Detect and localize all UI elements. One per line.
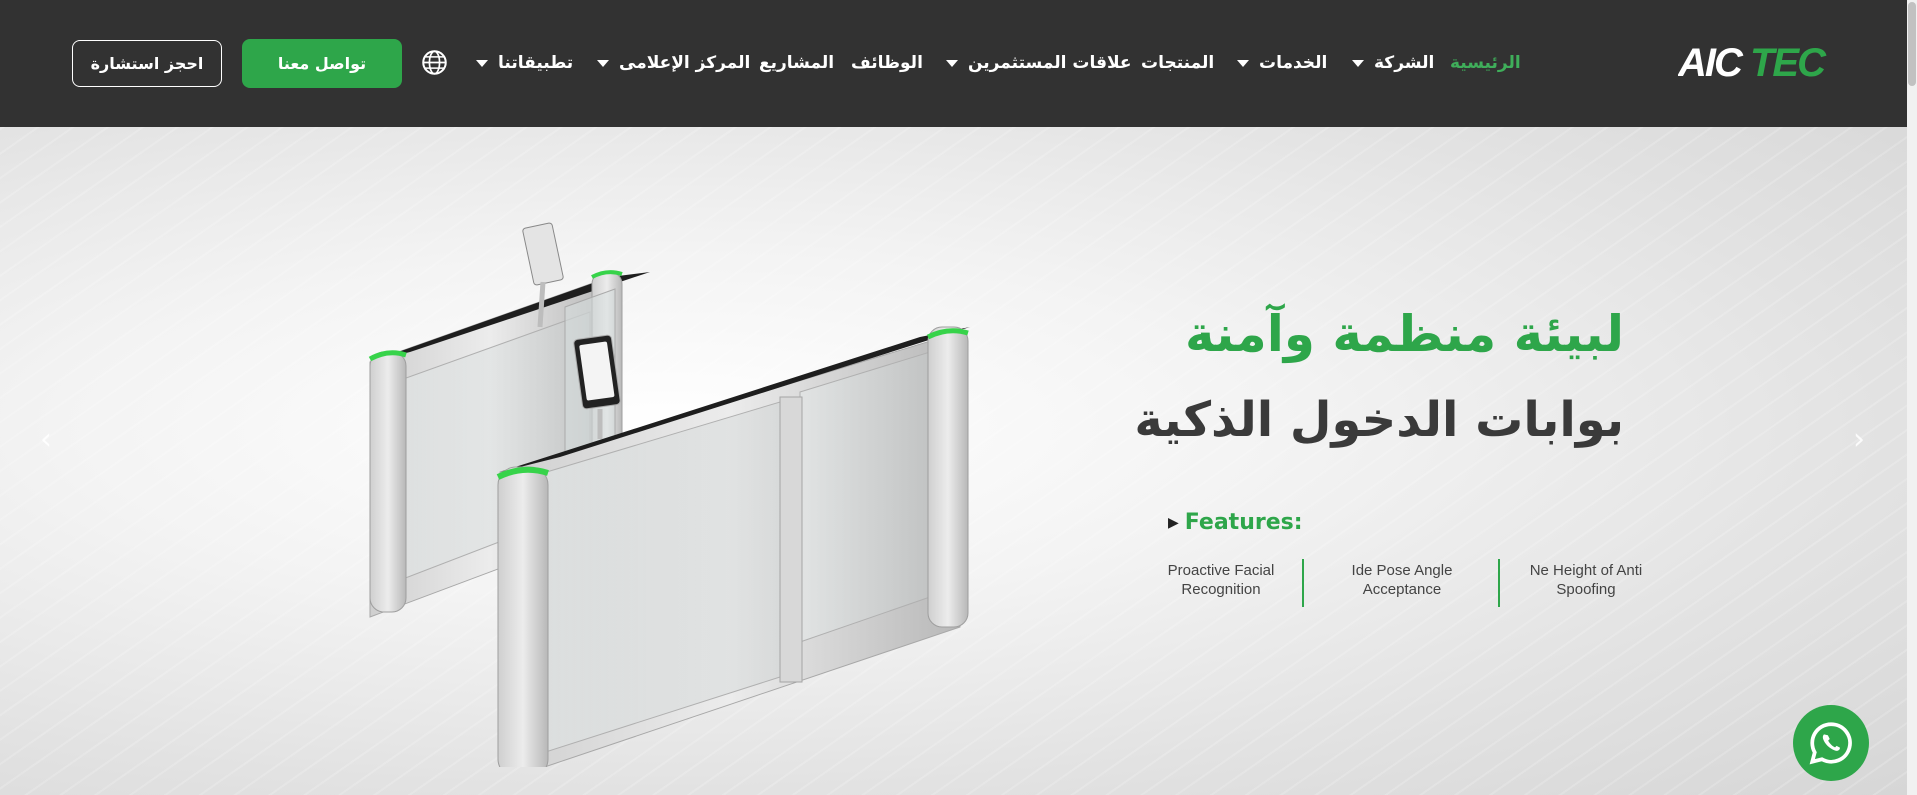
chevron-down-icon bbox=[1352, 59, 1364, 67]
nav-label: المنتجات bbox=[1141, 53, 1215, 73]
triangle-right-icon: ▶ bbox=[1168, 514, 1179, 531]
nav-item-jobs[interactable]: الوظائف bbox=[851, 48, 923, 78]
hero-title-line2: بوابات الدخول الذكية bbox=[1134, 392, 1624, 448]
contact-us-button[interactable]: تواصل معنا bbox=[242, 39, 402, 88]
nav-label: الرئيسية bbox=[1450, 53, 1521, 73]
logo-text-tec: TEC bbox=[1750, 41, 1827, 84]
chevron-down-icon bbox=[476, 59, 488, 67]
nav-item-home[interactable]: الرئيسية bbox=[1450, 48, 1521, 78]
feature-item-pose-angle: Ide Pose Angle Acceptance bbox=[1351, 562, 1453, 598]
nav-label: علاقات المستثمرين bbox=[968, 53, 1132, 73]
nav-item-products[interactable]: المنتجات bbox=[1141, 48, 1214, 78]
logo-text-ai: AIC bbox=[1678, 41, 1744, 84]
feature-divider bbox=[1302, 559, 1304, 607]
nav-item-apps[interactable]: تطبيقاتنا bbox=[476, 48, 573, 78]
turnstile-gate-image bbox=[368, 222, 970, 767]
whatsapp-button[interactable] bbox=[1793, 705, 1869, 781]
chevron-down-icon bbox=[1237, 59, 1249, 67]
nav-label: الخدمات bbox=[1259, 53, 1328, 73]
scrollbar-thumb[interactable] bbox=[1908, 2, 1916, 86]
whatsapp-icon bbox=[1809, 722, 1852, 765]
nav-item-media-center[interactable]: المركز الإعلامى bbox=[597, 48, 750, 78]
features-heading: ▶ Features: bbox=[1168, 510, 1303, 535]
page-scrollbar[interactable] bbox=[1907, 0, 1917, 795]
nav-label: الشركة bbox=[1374, 53, 1435, 73]
hero-title-line1: لبيئة منظمة وآمنة bbox=[1185, 305, 1624, 363]
slider-next-arrow[interactable]: › bbox=[1847, 425, 1871, 455]
book-consultation-button[interactable]: احجز استشارة bbox=[72, 40, 222, 87]
slider-prev-arrow[interactable]: ‹ bbox=[34, 425, 58, 455]
nav-label: الوظائف bbox=[851, 53, 923, 73]
hero-slider: ‹ › لبيئة منظمة وآمنة بوابات الدخول الذك… bbox=[0, 127, 1907, 795]
chevron-down-icon bbox=[597, 59, 609, 67]
nav-item-investor-relations[interactable]: علاقات المستثمرين bbox=[946, 48, 1131, 78]
nav-label: تطبيقاتنا bbox=[498, 53, 574, 73]
nav-item-company[interactable]: الشركة bbox=[1352, 48, 1434, 78]
feature-item-anti-spoofing: Ne Height of Anti Spoofing bbox=[1529, 562, 1643, 598]
chevron-down-icon bbox=[946, 59, 958, 67]
globe-icon[interactable] bbox=[421, 49, 448, 76]
features-label-text: Features: bbox=[1184, 510, 1303, 535]
site-header: احجز استشارة تواصل معنا تطبيقاتنا المركز… bbox=[0, 0, 1907, 127]
nav-label: المشاريع bbox=[759, 53, 835, 73]
feature-item-facial-recognition: Proactive Facial Recognition bbox=[1167, 562, 1275, 598]
nav-label: المركز الإعلامى bbox=[619, 53, 751, 73]
aictec-logo[interactable]: AIC TEC bbox=[1678, 40, 1830, 84]
nav-item-projects[interactable]: المشاريع bbox=[759, 48, 834, 78]
nav-item-services[interactable]: الخدمات bbox=[1237, 48, 1327, 78]
feature-divider bbox=[1498, 559, 1500, 607]
